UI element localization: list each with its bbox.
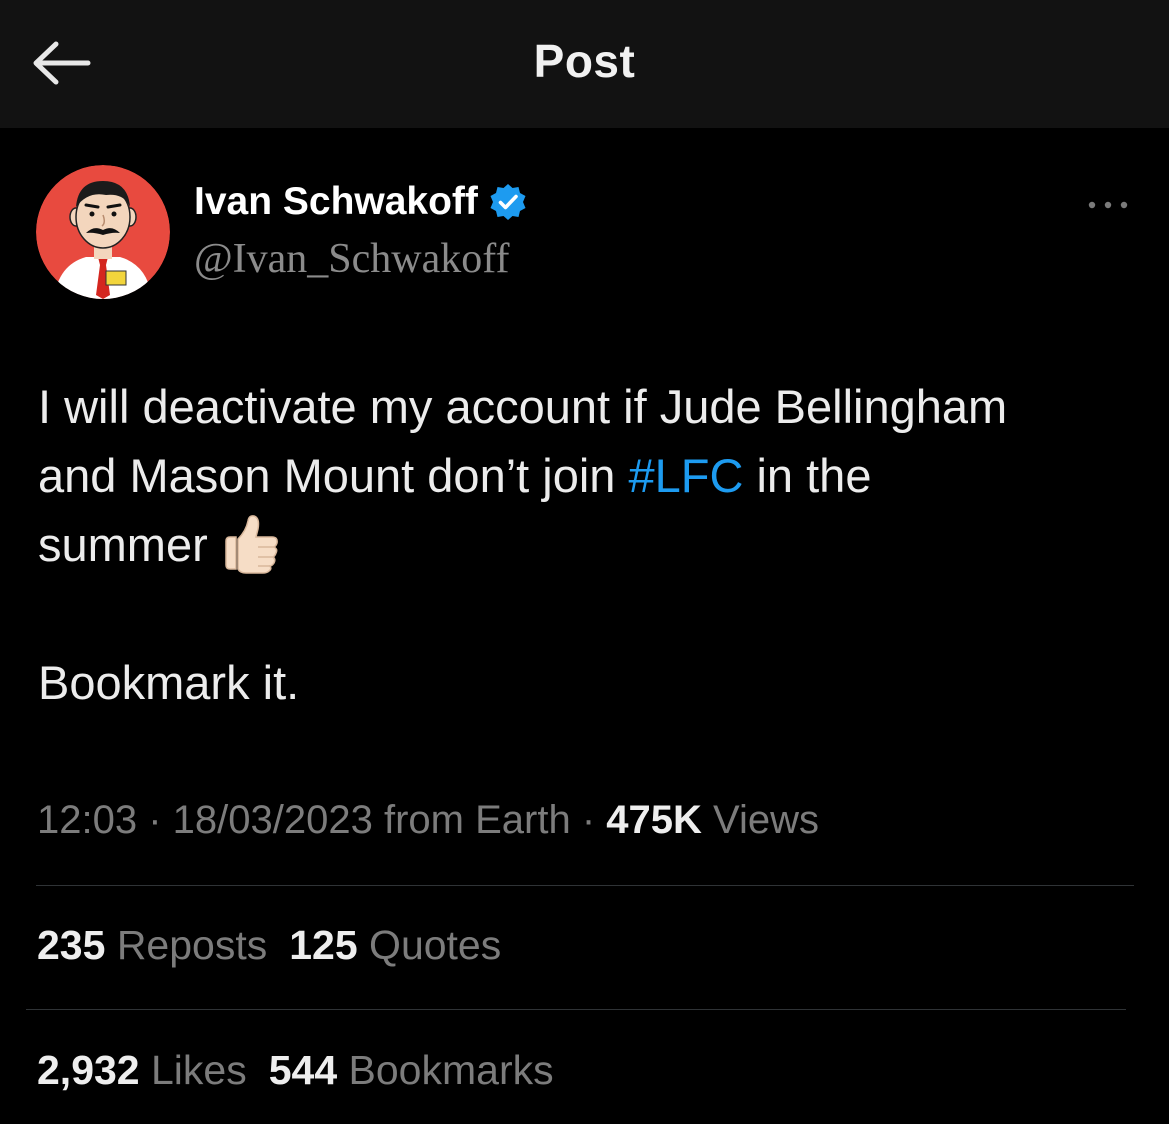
verified-badge-icon[interactable] bbox=[488, 182, 528, 222]
reposts-label: Reposts bbox=[105, 922, 268, 968]
tweet-time[interactable]: 12:03 bbox=[37, 798, 137, 842]
more-horizontal-icon bbox=[1088, 201, 1128, 209]
tweet-text: I will deactivate my account if Jude Bel… bbox=[38, 372, 1138, 717]
tweet-line: Bookmark it. bbox=[38, 656, 300, 709]
reposts-link[interactable]: 235 Reposts bbox=[37, 922, 267, 968]
stats-row-reposts: 235 Reposts 125 Quotes bbox=[37, 922, 523, 969]
avatar[interactable] bbox=[36, 165, 170, 299]
author-name[interactable]: Ivan Schwakoff bbox=[194, 180, 528, 224]
page-title: Post bbox=[533, 35, 636, 87]
bookmarks-label: Bookmarks bbox=[337, 1047, 554, 1093]
likes-label: Likes bbox=[139, 1047, 247, 1093]
views-count: 475K bbox=[606, 798, 702, 842]
tweet-meta: 12:03 · 18/03/2023 from Earth · 475K Vie… bbox=[37, 798, 819, 843]
views-label: Views bbox=[701, 798, 819, 842]
bookmarks-link[interactable]: 544 Bookmarks bbox=[269, 1047, 554, 1093]
separator-dot: · bbox=[570, 798, 607, 842]
tweet-line: I will deactivate my account if Jude Bel… bbox=[38, 380, 1008, 433]
likes-count: 2,932 bbox=[37, 1047, 140, 1093]
quotes-link[interactable]: 125 Quotes bbox=[289, 922, 501, 968]
stats-row-likes: 2,932 Likes 544 Bookmarks bbox=[37, 1047, 576, 1094]
tweet-line-text: and Mason Mount don’t join bbox=[38, 449, 629, 502]
tweet-date[interactable]: 18/03/2023 bbox=[173, 798, 373, 842]
likes-link[interactable]: 2,932 Likes bbox=[37, 1047, 247, 1093]
separator-dot: · bbox=[137, 798, 173, 842]
tweet-source: from Earth bbox=[372, 798, 571, 842]
tweet-line-text: summer bbox=[38, 518, 208, 571]
quotes-count: 125 bbox=[289, 922, 358, 968]
divider bbox=[36, 885, 1134, 886]
author-handle[interactable]: @Ivan_Schwakoff bbox=[194, 235, 510, 283]
cartoon-man-avatar bbox=[36, 165, 170, 299]
hashtag-link[interactable]: #LFC bbox=[628, 449, 743, 502]
quotes-label: Quotes bbox=[357, 922, 502, 968]
header-bar: Post bbox=[0, 0, 1169, 128]
tweet-line-text: in the bbox=[743, 449, 872, 502]
tweet-line: and Mason Mount don’t join #LFC in the bbox=[38, 441, 1138, 510]
thumbs-up-icon bbox=[218, 511, 282, 575]
reposts-count: 235 bbox=[37, 922, 106, 968]
divider bbox=[26, 1009, 1126, 1010]
tweet-line: summer bbox=[38, 510, 1138, 579]
bookmarks-count: 544 bbox=[268, 1047, 338, 1093]
more-options-button[interactable] bbox=[1082, 190, 1134, 220]
author-name-text: Ivan Schwakoff bbox=[194, 180, 478, 223]
